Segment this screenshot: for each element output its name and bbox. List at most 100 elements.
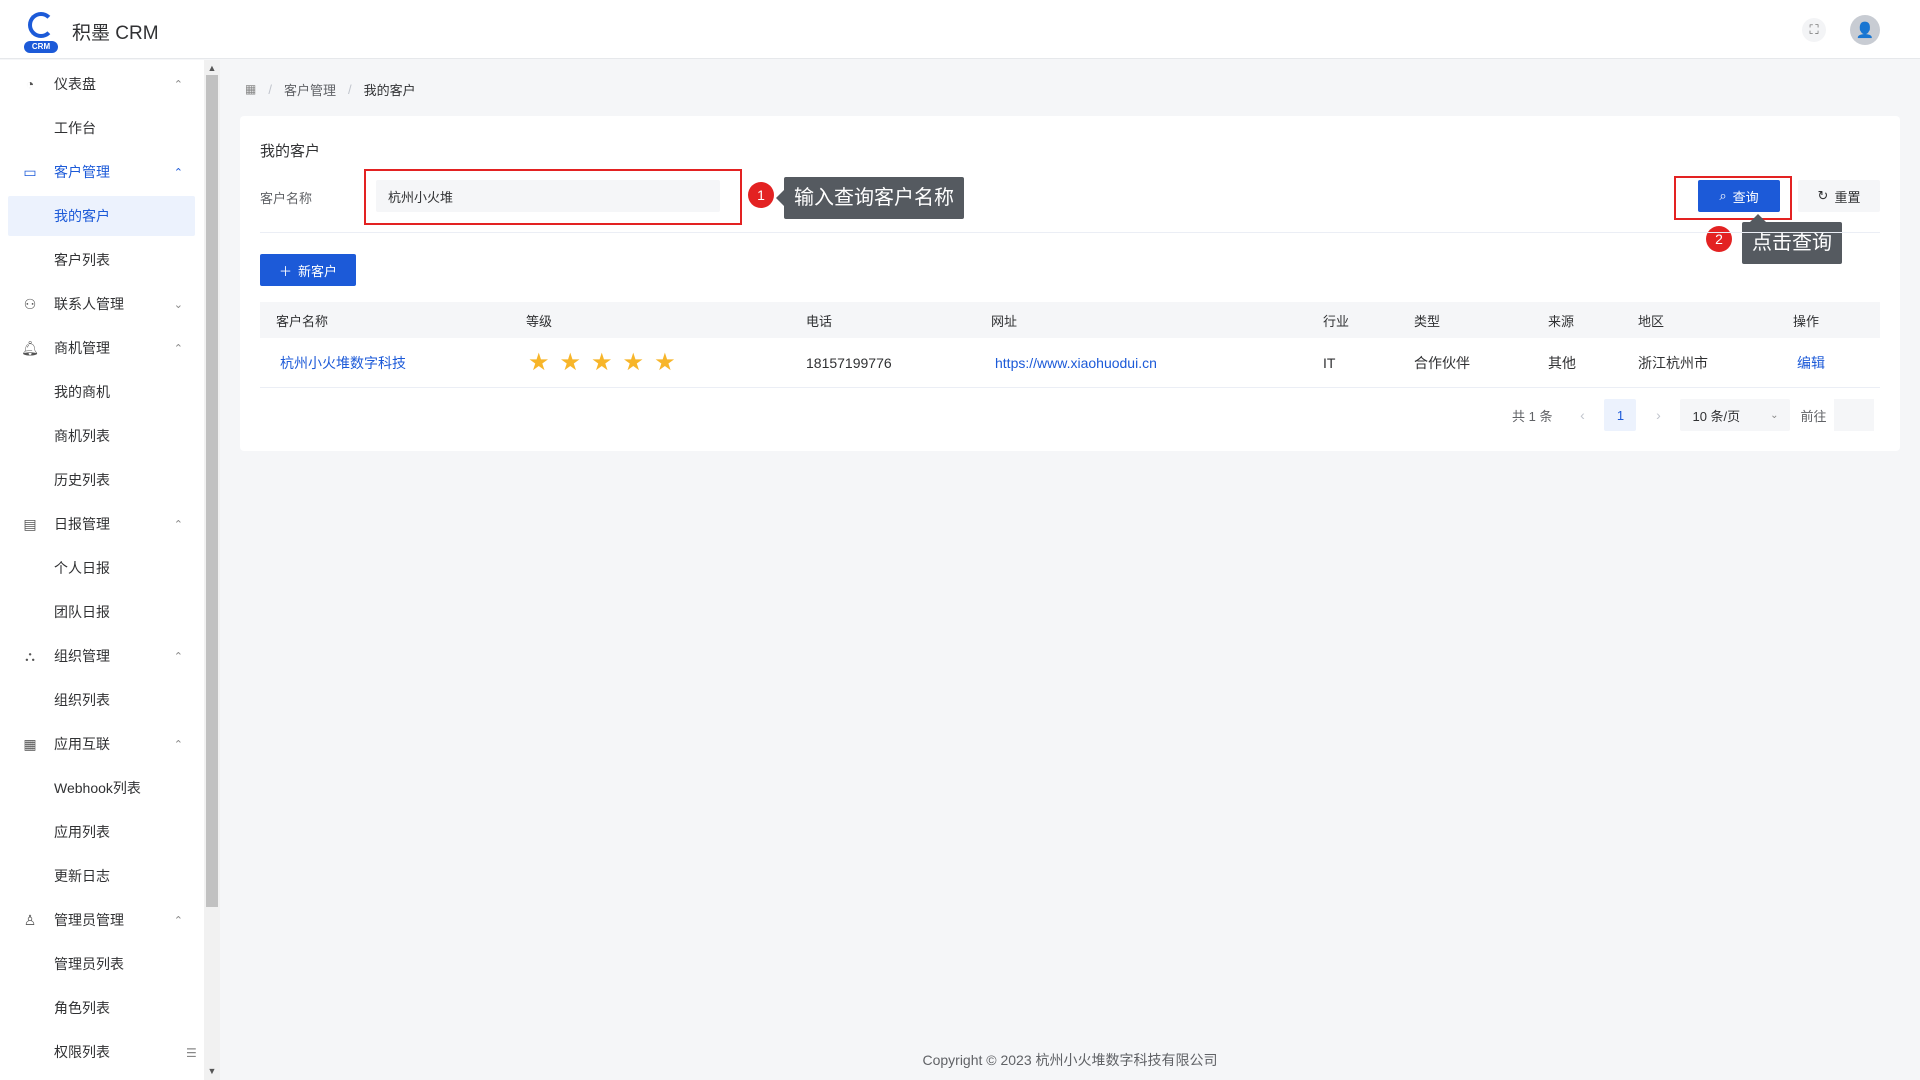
- sidebar-item-label: 历史列表: [54, 472, 110, 488]
- sidebar-item[interactable]: 角色列表: [8, 988, 195, 1028]
- source-cell: 其他: [1548, 354, 1576, 371]
- sidebar-item[interactable]: 商机列表: [8, 416, 195, 456]
- prev-page-icon[interactable]: ‹: [1568, 407, 1596, 423]
- page-number[interactable]: 1: [1604, 399, 1637, 431]
- chevron-up-icon: ⌃: [173, 78, 183, 91]
- chevron-down-icon: ⌄: [173, 298, 183, 311]
- app-title: 积墨 CRM: [72, 23, 159, 44]
- new-customer-button[interactable]: ＋ 新客户: [260, 254, 356, 286]
- column-header: 地区: [1638, 313, 1665, 329]
- star-icon: ★: [622, 348, 645, 376]
- sidebar-item[interactable]: ▦ 应用互联 ⌃: [8, 724, 195, 764]
- sidebar-item-label: 管理员列表: [54, 956, 124, 972]
- sidebar-item[interactable]: 历史列表: [8, 460, 195, 500]
- fullscreen-icon[interactable]: ⛶: [1802, 18, 1826, 42]
- search-icon: ⌕: [1719, 188, 1727, 203]
- chevron-up-icon: ⌃: [173, 342, 183, 355]
- sidebar-item-label: 角色列表: [54, 1000, 110, 1016]
- column-header: 网址: [991, 313, 1018, 329]
- sidebar-item-label: 日报管理: [54, 516, 110, 532]
- sidebar-item[interactable]: 组织列表: [8, 680, 195, 720]
- next-page-icon[interactable]: ›: [1644, 407, 1672, 423]
- column-header: 操作: [1793, 313, 1820, 329]
- app-logo[interactable]: CRM: [18, 8, 64, 54]
- user-avatar[interactable]: 👤: [1850, 15, 1880, 45]
- sidebar-item[interactable]: ▭ 客户管理 ⌃: [8, 152, 195, 192]
- sidebar-item[interactable]: ♙ 管理员管理 ⌃: [8, 900, 195, 940]
- sidebar-item[interactable]: ◔ 仪表盘 ⌃: [8, 64, 195, 104]
- scroll-up-icon[interactable]: ▲: [206, 61, 218, 75]
- sidebar-item-label: 仪表盘: [54, 76, 96, 92]
- breadcrumb-item[interactable]: 客户管理: [284, 80, 336, 99]
- reset-button[interactable]: ↻ 重置: [1798, 180, 1880, 212]
- sidebar-item[interactable]: 客户列表: [8, 240, 195, 280]
- sidebar-item[interactable]: 管理员列表: [8, 944, 195, 984]
- chevron-up-icon: ⌃: [173, 914, 183, 927]
- table-row: 杭州小火堆数字科技 ★ ★ ★ ★ ★ 18157199776 https://www.…: [260, 338, 1880, 388]
- table-header: 客户名称 等级 电话 网址 行业 类型 来源 地区 操作: [260, 302, 1880, 338]
- sidebar-item-label: 商机列表: [54, 428, 110, 444]
- goto-label: 前往: [1800, 408, 1827, 424]
- sidebar-scrollbar-thumb[interactable]: [206, 75, 218, 907]
- top-header: CRM 积墨 CRM ⛶ 👤: [0, 0, 1920, 59]
- sidebar-item[interactable]: 应用列表: [8, 812, 195, 852]
- sidebar-item[interactable]: 更新日志: [8, 856, 195, 896]
- breadcrumb-home-icon[interactable]: ▦: [245, 82, 256, 96]
- sidebar-item-label: Webhook列表: [54, 780, 141, 796]
- column-header: 行业: [1323, 313, 1350, 329]
- sidebar-item[interactable]: Webhook列表: [8, 768, 195, 808]
- annotation-step-2-badge: 2: [1706, 226, 1732, 252]
- industry-cell: IT: [1323, 354, 1336, 371]
- phone-cell: 18157199776: [806, 354, 892, 371]
- page-size-value: 10 条/页: [1692, 408, 1741, 424]
- contacts-icon: ⚇: [23, 295, 37, 312]
- chevron-up-icon: ⌃: [173, 518, 183, 531]
- sidebar-item-label: 应用互联: [54, 736, 110, 752]
- sidebar-item-label: 工作台: [54, 120, 96, 136]
- page-size-select[interactable]: 10 条/页 ⌄: [1680, 399, 1791, 431]
- sidebar-item-label: 我的客户: [54, 208, 110, 224]
- chevron-up-icon: ⌃: [173, 166, 183, 179]
- user-avatar-icon: 👤: [1855, 22, 1875, 39]
- annotation-step-2-tip: 点击查询: [1742, 214, 1842, 264]
- sidebar-item[interactable]: 我的商机: [8, 372, 195, 412]
- footer-copyright: Copyright © 2023 杭州小火堆数字科技有限公司: [922, 1052, 1218, 1068]
- organization-icon: ⛬: [25, 647, 35, 664]
- column-header: 客户名称: [276, 313, 329, 329]
- sidebar-item-label: 应用列表: [54, 824, 110, 840]
- sidebar-item[interactable]: 🔔︎ 商机管理 ⌃: [8, 328, 195, 368]
- star-icon: ★: [559, 348, 582, 376]
- region-cell: 浙江杭州市: [1638, 354, 1708, 371]
- sidebar-item[interactable]: 我的客户: [8, 196, 195, 236]
- edit-link[interactable]: 编辑: [1797, 338, 1825, 387]
- chevron-up-icon: ⌃: [173, 738, 183, 751]
- type-cell: 合作伙伴: [1414, 354, 1470, 371]
- reset-button-label: 重置: [1834, 189, 1861, 205]
- sidebar-item[interactable]: ▤ 日报管理 ⌃: [8, 504, 195, 544]
- sidebar-item[interactable]: 个人日报: [8, 548, 195, 588]
- sidebar-item[interactable]: ⛬ 组织管理 ⌃: [8, 636, 195, 676]
- query-button[interactable]: ⌕ 查询: [1698, 180, 1780, 212]
- sidebar-item[interactable]: 团队日报: [8, 592, 195, 632]
- breadcrumb-separator: /: [268, 81, 272, 97]
- star-icon: ★: [591, 348, 613, 376]
- customer-card: 我的客户 客户名称 1 输入查询客户名称 ⌕ 查询 ↻ 重置 2 点击查询 ＋ …: [240, 116, 1900, 451]
- column-header: 等级: [526, 313, 553, 329]
- filter-divider: [260, 232, 1880, 233]
- pagination: 共 1 条 ‹ 1 › 10 条/页 ⌄ 前往: [1512, 399, 1875, 431]
- annotation-step-1-tip: 输入查询客户名称: [776, 177, 964, 219]
- customer-name-link[interactable]: 杭州小火堆数字科技: [280, 338, 406, 387]
- sidebar: ◔ 仪表盘 ⌃ 工作台 ▭ 客户管理 ⌃ 我的客户 客户列表 ⚇ 联系人管理 ⌄ 🔔︎ 商机管理 ⌃ 我的商机…: [0, 60, 204, 1080]
- goto-page-input[interactable]: [1834, 399, 1875, 431]
- sidebar-item[interactable]: 工作台: [8, 108, 195, 148]
- bell-icon: 🔔︎: [21, 339, 39, 356]
- sidebar-item[interactable]: ⚇ 联系人管理 ⌄: [8, 284, 195, 324]
- star-icon: ★: [654, 348, 676, 376]
- customer-table: 客户名称 等级 电话 网址 行业 类型 来源 地区 操作 杭州小火堆数字科技 ★…: [260, 302, 1880, 388]
- customer-name-input[interactable]: [376, 180, 720, 212]
- sidebar-item-label: 个人日报: [54, 560, 110, 576]
- website-link[interactable]: https://www.xiaohuodui.cn: [995, 338, 1157, 387]
- chevron-up-icon: ⌃: [173, 650, 183, 663]
- chevron-down-icon: ⌄: [1770, 409, 1779, 421]
- sidebar-item-label: 更新日志: [54, 868, 110, 884]
